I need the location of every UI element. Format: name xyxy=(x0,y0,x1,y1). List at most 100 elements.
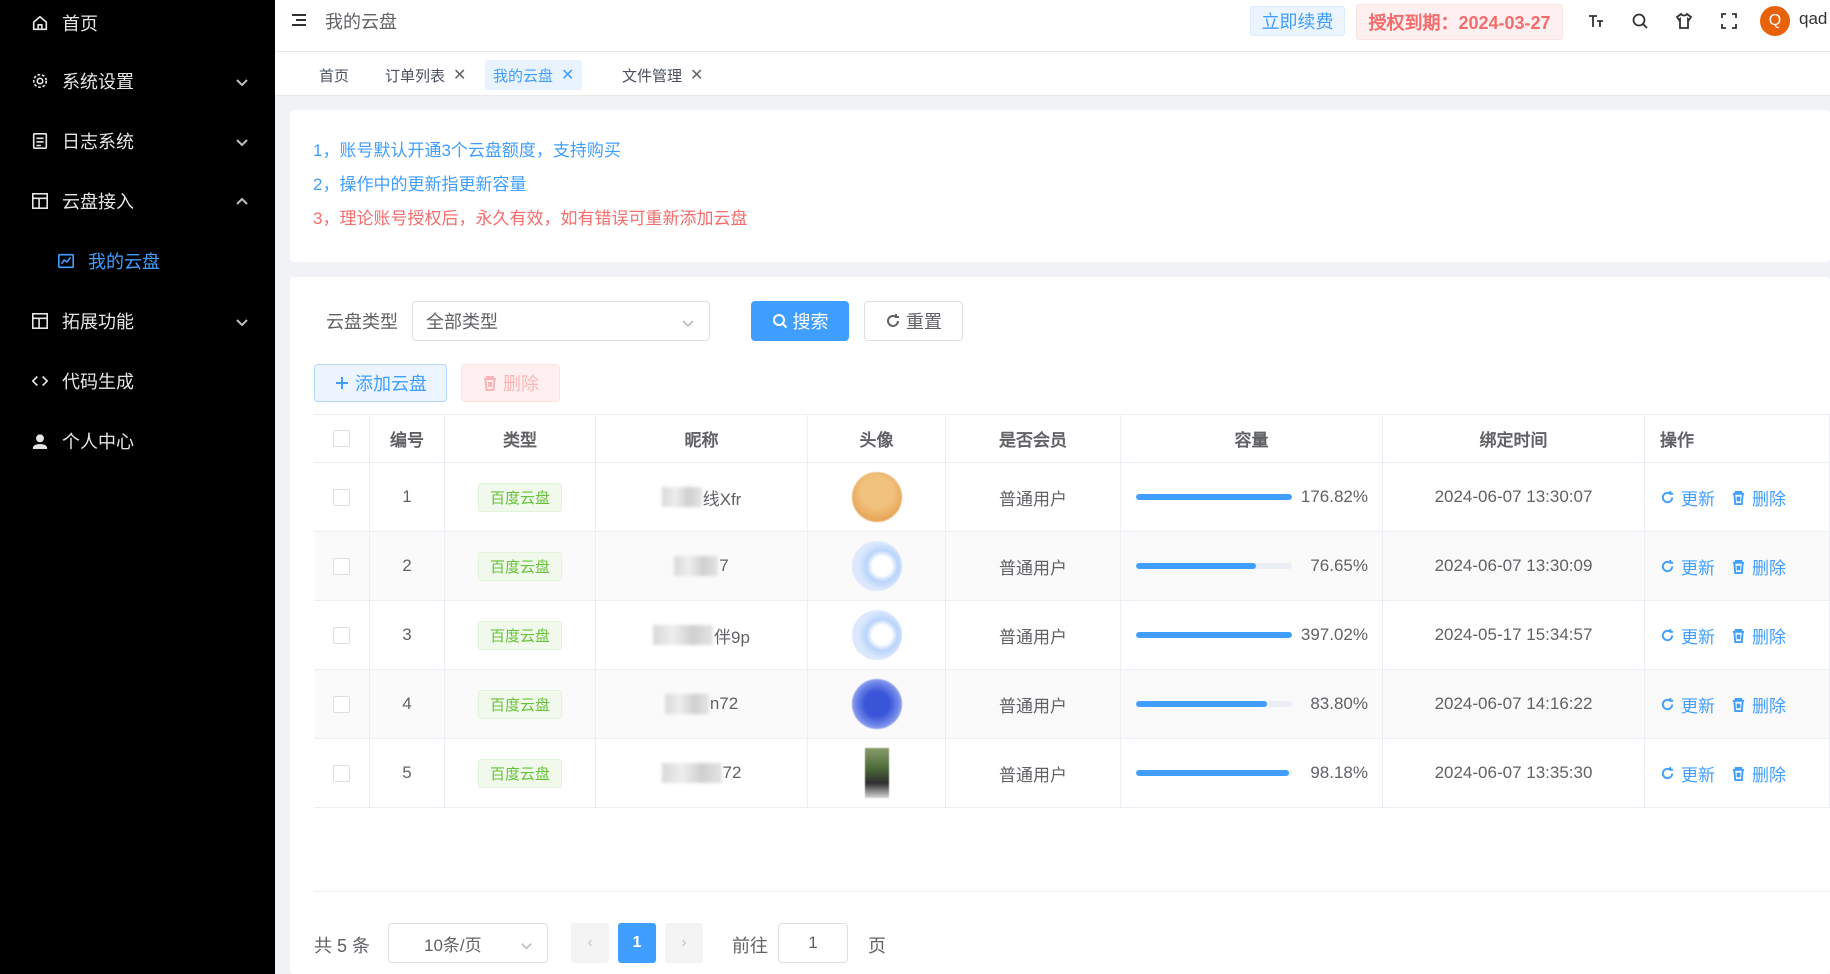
notice-line: 1，账号默认开通3个云盘额度，支持购买 xyxy=(313,141,621,160)
chevron-down-icon xyxy=(235,133,249,147)
batch-delete-button[interactable]: 删除 xyxy=(461,364,560,402)
table-row: 5 百度云盘 72 普通用户 98.18% 2024-06-07 13:35:3… xyxy=(314,739,1830,808)
update-button[interactable]: 更新 xyxy=(1660,623,1715,648)
filter-label: 云盘类型 xyxy=(326,312,398,332)
row-checkbox[interactable] xyxy=(333,488,350,506)
add-label: 添加云盘 xyxy=(355,374,427,394)
top-navbar: 我的云盘 立即续费 授权到期：2024-03-27 Q qad xyxy=(275,0,1830,52)
tags-view: 首页 订单列表 ✕ 我的云盘 ✕ 文件管理 ✕ xyxy=(275,52,1830,96)
user-icon xyxy=(30,431,50,451)
sidebar-item-label: 我的云盘 xyxy=(88,252,160,272)
sidebar-item-label: 首页 xyxy=(62,14,98,34)
avatar-image xyxy=(851,541,902,591)
type-tag: 百度云盘 xyxy=(477,620,562,650)
sidebar-item-label: 云盘接入 xyxy=(62,192,134,212)
page-button-current[interactable]: 1 xyxy=(618,923,656,963)
update-button[interactable]: 更新 xyxy=(1660,485,1715,510)
trash-icon xyxy=(1732,628,1745,643)
capacity-percent: 76.65% xyxy=(1310,556,1368,575)
shirt-icon[interactable] xyxy=(1673,10,1695,32)
prev-page-button[interactable]: ‹ xyxy=(571,923,609,963)
search-icon[interactable] xyxy=(1629,10,1651,32)
bind-time: 2024-06-07 13:30:07 xyxy=(1383,463,1645,531)
trash-icon xyxy=(484,376,496,391)
sidebar-item-label: 拓展功能 xyxy=(62,312,134,332)
tab-my-cloud[interactable]: 我的云盘 ✕ xyxy=(485,60,583,90)
close-icon[interactable]: ✕ xyxy=(690,65,703,85)
hamburger-icon[interactable] xyxy=(290,11,310,31)
update-button[interactable]: 更新 xyxy=(1660,692,1715,717)
capacity-progress: 176.82% xyxy=(1121,487,1382,507)
capacity-progress: 98.18% xyxy=(1121,763,1382,783)
sidebar-item-label: 日志系统 xyxy=(62,132,134,152)
chevron-down-icon xyxy=(235,73,249,87)
goto-label: 前往 xyxy=(732,936,768,956)
delete-button[interactable]: 删除 xyxy=(1731,554,1786,579)
search-button[interactable]: 搜索 xyxy=(751,301,849,341)
reset-button[interactable]: 重置 xyxy=(864,301,963,341)
bind-time: 2024-06-07 13:35:30 xyxy=(1383,739,1645,807)
bind-time: 2024-06-07 14:16:22 xyxy=(1383,670,1645,738)
cloud-list-card: 云盘类型 全部类型 搜索 重置 添加云盘 删除 编号 类型 昵称 头像 是否会员… xyxy=(290,277,1830,974)
sidebar-item-profile[interactable]: 个人中心 xyxy=(0,406,275,476)
sidebar-item-label: 个人中心 xyxy=(62,432,134,452)
search-icon xyxy=(772,314,787,329)
renew-button[interactable]: 立即续费 xyxy=(1250,6,1345,36)
avatar[interactable]: Q xyxy=(1760,6,1790,36)
next-page-button[interactable]: › xyxy=(665,923,703,963)
add-cloud-button[interactable]: 添加云盘 xyxy=(314,364,447,402)
tab-file-manager[interactable]: 文件管理 ✕ xyxy=(614,60,711,90)
row-checkbox[interactable] xyxy=(333,764,350,782)
document-icon xyxy=(30,131,50,151)
update-button[interactable]: 更新 xyxy=(1660,554,1715,579)
column-header: 类型 xyxy=(445,415,596,462)
trash-icon xyxy=(1732,766,1745,781)
delete-button[interactable]: 删除 xyxy=(1731,761,1786,786)
row-checkbox[interactable] xyxy=(333,695,350,713)
nickname: 线Xfr xyxy=(702,489,742,509)
fullscreen-icon[interactable] xyxy=(1718,10,1740,32)
row-checkbox[interactable] xyxy=(333,626,350,644)
chart-icon xyxy=(56,251,76,271)
sidebar: 首页 系统设置 日志系统 云盘接入 我的云盘 拓展功能 代码生成 个人中心 xyxy=(0,0,275,974)
update-button[interactable]: 更新 xyxy=(1660,761,1715,786)
layout-icon xyxy=(30,311,50,331)
update-label: 更新 xyxy=(1681,558,1715,578)
cloud-type-select[interactable]: 全部类型 xyxy=(412,301,710,341)
type-tag: 百度云盘 xyxy=(477,758,562,788)
username[interactable]: qad xyxy=(1799,9,1827,29)
tab-order-list[interactable]: 订单列表 ✕ xyxy=(377,60,474,90)
table-row: 2 百度云盘 7 普通用户 76.65% 2024-06-07 13:30:09… xyxy=(314,532,1830,601)
delete-button[interactable]: 删除 xyxy=(1731,692,1786,717)
delete-label: 删除 xyxy=(1752,696,1786,716)
notice-line: 2，操作中的更新指更新容量 xyxy=(313,175,527,194)
column-header: 编号 xyxy=(370,415,445,462)
column-header: 绑定时间 xyxy=(1383,415,1645,462)
breadcrumb: 我的云盘 xyxy=(325,12,397,32)
member-status: 普通用户 xyxy=(946,739,1121,807)
notice-card: 1，账号默认开通3个云盘额度，支持购买 2，操作中的更新指更新容量 3，理论账号… xyxy=(290,110,1830,262)
font-size-icon[interactable] xyxy=(1585,10,1607,32)
tab-home[interactable]: 首页 xyxy=(311,60,357,90)
delete-button[interactable]: 删除 xyxy=(1731,623,1786,648)
goto-page-input[interactable]: 1 xyxy=(778,923,848,963)
sidebar-item-label: 代码生成 xyxy=(62,372,134,392)
column-header: 是否会员 xyxy=(946,415,1121,462)
table-row: 1 百度云盘 线Xfr 普通用户 176.82% 2024-06-07 13:3… xyxy=(314,463,1830,532)
row-checkbox[interactable] xyxy=(333,557,350,575)
page-size-select[interactable]: 10条/页 xyxy=(388,923,548,963)
select-all-checkbox[interactable] xyxy=(333,430,350,447)
cloud-table: 编号 类型 昵称 头像 是否会员 容量 绑定时间 操作 1 百度云盘 线Xfr … xyxy=(314,414,1830,808)
close-icon[interactable]: ✕ xyxy=(561,65,574,85)
close-icon[interactable]: ✕ xyxy=(453,65,466,85)
member-status: 普通用户 xyxy=(946,532,1121,600)
delete-button[interactable]: 删除 xyxy=(1731,485,1786,510)
tab-label: 我的云盘 xyxy=(493,67,554,85)
nickname: 72 xyxy=(722,763,742,782)
avatar-image xyxy=(851,610,902,660)
refresh-icon xyxy=(1661,697,1674,710)
refresh-icon xyxy=(1661,628,1674,641)
capacity-bar-fill xyxy=(1136,701,1267,707)
capacity-progress: 76.65% xyxy=(1121,556,1382,576)
capacity-bar-fill xyxy=(1136,563,1256,569)
